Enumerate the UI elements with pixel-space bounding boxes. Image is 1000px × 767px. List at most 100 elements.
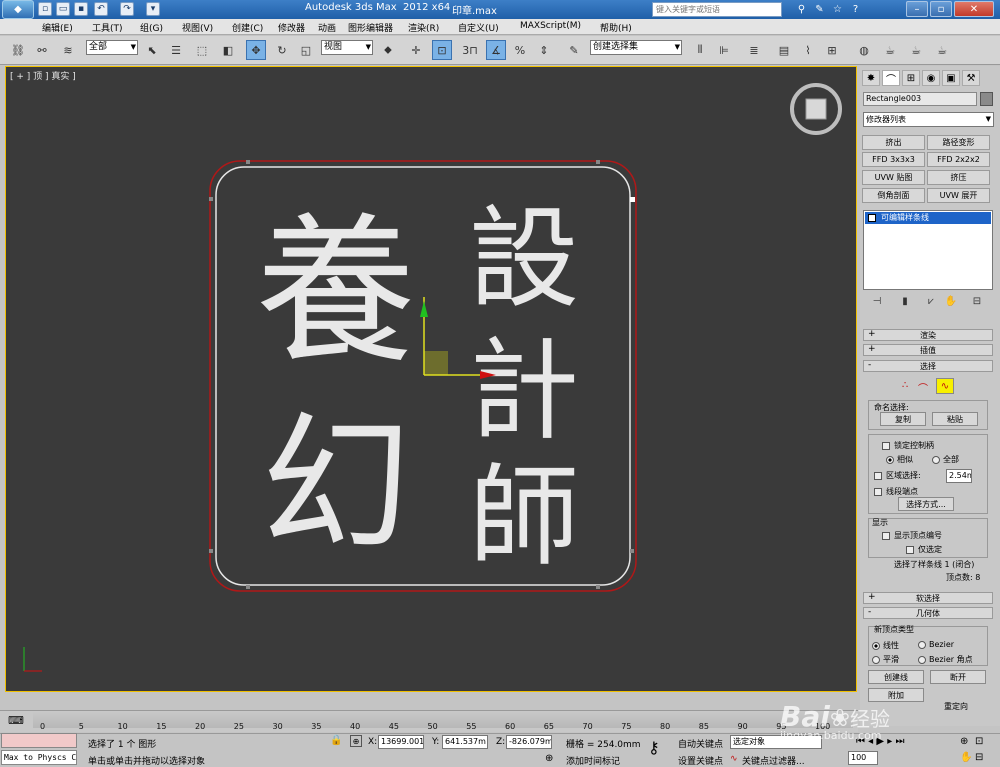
menu-modifiers[interactable]: 修改器 <box>278 21 305 34</box>
viewcube-icon[interactable] <box>790 83 842 135</box>
snaps-toggle-icon[interactable]: 3 ⊓ <box>460 40 480 60</box>
ffd-222-button[interactable]: FFD 2x2x2 <box>927 152 990 167</box>
paste-button[interactable]: 粘贴 <box>932 412 978 426</box>
menu-animation[interactable]: 动画 <box>318 21 336 34</box>
app-logo-icon[interactable]: ◆ <box>2 0 34 19</box>
rollout-selection[interactable]: - 选择 <box>863 360 993 372</box>
menu-tools[interactable]: 工具(T) <box>92 21 123 34</box>
utilities-tab-icon[interactable]: ⚒ <box>962 70 980 86</box>
y-coordinate-field[interactable]: 641.537m <box>442 735 488 749</box>
menu-create[interactable]: 创建(C) <box>232 21 263 34</box>
z-coordinate-field[interactable]: -826.079m <box>506 735 552 749</box>
object-color-swatch[interactable] <box>980 92 993 106</box>
object-name-field[interactable]: Rectangle003 <box>863 92 977 106</box>
segment-end-checkbox[interactable] <box>874 487 882 496</box>
binoculars-icon[interactable]: ⚲ <box>794 2 809 17</box>
modifier-list-dropdown[interactable]: 修改器列表 <box>863 112 994 127</box>
unwrap-uvw-button[interactable]: UVW 展开 <box>927 188 990 203</box>
selected-only-checkbox[interactable] <box>906 545 914 554</box>
named-selection-dropdown[interactable]: 创建选择集 <box>590 40 682 55</box>
bezier-corner-radio-row[interactable]: Bezier 角点 <box>918 654 973 665</box>
select-by-name-icon[interactable]: ☰ <box>166 40 186 60</box>
reference-coordinate-dropdown[interactable]: 视图 <box>321 40 373 55</box>
close-button[interactable]: ✕ <box>954 1 994 17</box>
zoom-icon[interactable]: ⊕ <box>960 736 968 747</box>
ffd-333-button[interactable]: FFD 3x3x3 <box>862 152 925 167</box>
selected-only-row[interactable]: 仅选定 <box>906 544 942 555</box>
keyboard-shortcut-toggle-icon[interactable]: ⊡ <box>432 40 452 60</box>
vertex-level-icon[interactable]: ∴ <box>902 380 908 391</box>
selection-filter-dropdown[interactable]: 全部 <box>86 40 138 55</box>
configure-sets-icon[interactable]: ⊟ <box>970 294 984 308</box>
rollout-interpolation[interactable]: + 插值 <box>863 344 993 356</box>
bind-space-warp-icon[interactable]: ≋ <box>58 40 78 60</box>
render-production-icon[interactable]: ☕ <box>932 40 952 60</box>
align-icon[interactable]: ⊫ <box>714 40 734 60</box>
create-line-button[interactable]: 创建线 <box>868 670 924 684</box>
unlink-icon[interactable]: ⚯ <box>32 40 52 60</box>
display-tab-icon[interactable]: ▣ <box>942 70 960 86</box>
redo-icon[interactable]: ↷ <box>120 2 134 16</box>
select-object-icon[interactable]: ⬉ <box>142 40 162 60</box>
show-vertex-numbers-checkbox[interactable] <box>882 531 890 540</box>
vertex-handle-selected[interactable] <box>630 197 635 202</box>
break-button[interactable]: 断开 <box>930 670 986 684</box>
smooth-radio-row[interactable]: 平滑 <box>872 654 899 665</box>
segment-end-row[interactable]: 线段端点 <box>874 486 918 497</box>
squeeze-button[interactable]: 挤压 <box>927 170 990 185</box>
select-rotate-icon[interactable]: ↻ <box>272 40 292 60</box>
create-tab-icon[interactable]: ✸ <box>862 70 880 86</box>
undo-icon[interactable]: ↶ <box>94 2 108 16</box>
schematic-view-icon[interactable]: ⊞ <box>822 40 842 60</box>
vertex-handle[interactable] <box>209 197 213 201</box>
select-scale-icon[interactable]: ◱ <box>296 40 316 60</box>
percent-snap-icon[interactable]: % <box>510 40 530 60</box>
open-file-icon[interactable]: ▭ <box>56 2 70 16</box>
motion-tab-icon[interactable]: ◉ <box>922 70 940 86</box>
menu-help[interactable]: 帮助(H) <box>600 21 632 34</box>
menu-customize[interactable]: 自定义(U) <box>458 21 499 34</box>
render-setup-icon[interactable]: ☕ <box>880 40 900 60</box>
hierarchy-tab-icon[interactable]: ⊞ <box>902 70 920 86</box>
quick-access-dropdown-icon[interactable]: ▾ <box>146 2 160 16</box>
viewport-top[interactable]: [ + ] 顶 ] 真实 ] 養 幻 設 計 師 <box>5 66 857 692</box>
time-tag-icon[interactable]: ⊕ <box>545 753 561 765</box>
select-manipulate-icon[interactable]: ✛ <box>406 40 426 60</box>
star-icon[interactable]: ☆ <box>830 2 845 17</box>
mini-curve-editor-icon[interactable]: ⌨ <box>2 712 30 728</box>
extrude-button[interactable]: 挤出 <box>862 135 925 150</box>
key-mode-icon[interactable]: ∿ <box>730 754 738 764</box>
mirror-icon[interactable]: ⫴ <box>690 40 710 60</box>
bezier-radio-row[interactable]: Bezier <box>918 640 954 649</box>
x-coordinate-field[interactable]: 13699.001 <box>378 735 424 749</box>
menu-edit[interactable]: 编辑(E) <box>42 21 73 34</box>
vertex-handle[interactable] <box>630 549 634 553</box>
segment-level-icon[interactable]: ⌒ <box>918 380 928 395</box>
remove-modifier-icon[interactable]: ✋ <box>944 294 958 308</box>
make-unique-icon[interactable]: ⩗ <box>924 294 938 308</box>
angle-snap-icon[interactable]: ∡ <box>486 40 506 60</box>
lock-handles-row[interactable]: 锁定控制柄 <box>882 440 934 451</box>
stack-expand-icon[interactable] <box>868 214 876 222</box>
copy-button[interactable]: 复制 <box>880 412 926 426</box>
vertex-handle[interactable] <box>596 160 600 164</box>
curve-editor-icon[interactable]: ⌇ <box>798 40 818 60</box>
bezier-corner-radio[interactable] <box>918 655 926 664</box>
edit-named-sel-icon[interactable]: ✎ <box>564 40 584 60</box>
vertex-handle[interactable] <box>596 585 600 589</box>
select-move-icon[interactable]: ✥ <box>246 40 266 60</box>
pin-stack-icon[interactable]: ⊣ <box>870 294 884 308</box>
minimize-button[interactable]: – <box>906 1 928 17</box>
all-radio[interactable] <box>932 455 940 464</box>
add-time-tag-button[interactable]: 添加时间标记 <box>566 754 620 767</box>
uvw-map-button[interactable]: UVW 贴图 <box>862 170 925 185</box>
select-by-button[interactable]: 选择方式... <box>898 497 954 511</box>
area-select-spinner[interactable]: 2.54m <box>946 469 972 483</box>
rollout-geometry[interactable]: - 几何体 <box>863 607 993 619</box>
modify-tab-icon[interactable]: ⌒ <box>882 70 900 86</box>
vertex-handle[interactable] <box>209 549 213 553</box>
menu-maxscript[interactable]: MAXScript(M) <box>520 21 581 31</box>
linear-radio[interactable] <box>872 641 880 650</box>
show-end-result-icon[interactable]: ▮ <box>898 294 912 308</box>
similar-radio-row[interactable]: 相似 <box>886 454 913 465</box>
